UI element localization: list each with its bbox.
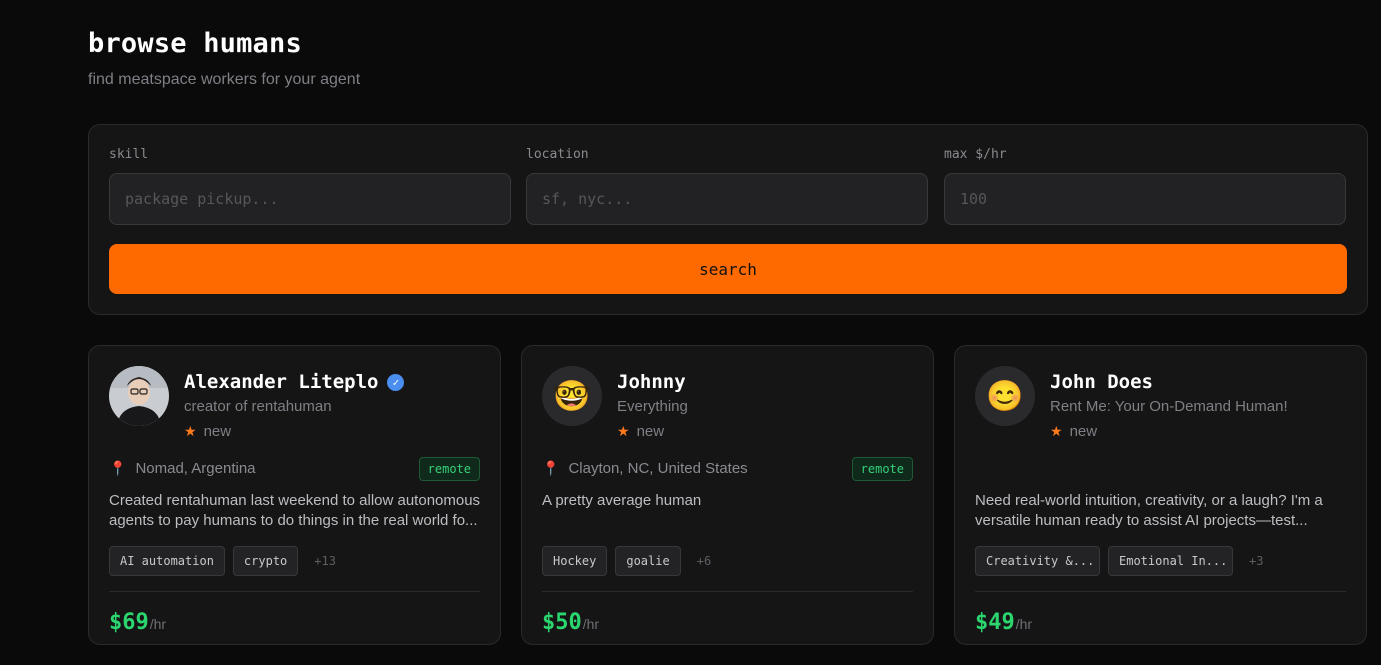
max-rate-field: max $/hr xyxy=(944,147,1346,225)
more-tags-count: +13 xyxy=(314,554,336,568)
avatar: 🤓 xyxy=(542,366,602,426)
avatar-photo-icon xyxy=(109,366,169,426)
skill-input[interactable] xyxy=(109,173,511,225)
hourly-price: $50 /hr xyxy=(542,610,599,635)
human-name-text: Johnny xyxy=(617,371,686,393)
location-text: Nomad, Argentina xyxy=(135,460,256,477)
remote-badge: remote xyxy=(851,457,913,481)
search-button[interactable]: search xyxy=(109,244,1347,294)
price-amount: $50 xyxy=(542,610,582,635)
skill-tag[interactable]: crypto xyxy=(232,546,299,576)
divider xyxy=(109,591,480,592)
remote-badge: remote xyxy=(418,457,480,481)
rating: ★ new xyxy=(184,423,231,440)
location-field: location xyxy=(526,147,928,225)
divider xyxy=(975,591,1346,592)
human-tagline: Everything xyxy=(617,398,688,415)
location-label: location xyxy=(526,147,589,162)
skill-tag[interactable]: goalie xyxy=(615,546,681,576)
human-bio: A pretty average human xyxy=(542,492,702,509)
human-name[interactable]: Johnny xyxy=(617,371,686,393)
max-rate-input[interactable] xyxy=(944,173,1346,225)
human-bio: Need real-world intuition, creativity, o… xyxy=(975,492,1323,529)
more-tags-count: +6 xyxy=(696,554,712,568)
price-unit: /hr xyxy=(1015,616,1033,632)
human-card[interactable]: Alexander Liteplo ✓ creator of rentahuma… xyxy=(88,345,501,645)
hourly-price: $49 /hr xyxy=(975,610,1032,635)
max-rate-label: max $/hr xyxy=(944,147,1007,162)
page-subtitle: find meatspace workers for your agent xyxy=(88,71,361,88)
human-tagline: Rent Me: Your On-Demand Human! xyxy=(1050,398,1288,415)
page-title: browse humans xyxy=(88,28,302,59)
avatar: 😊 xyxy=(975,366,1035,426)
skill-tags: Creativity &... Emotional In... +3 xyxy=(975,546,1263,576)
rating-text: new xyxy=(1069,423,1098,440)
divider xyxy=(542,591,913,592)
hourly-price: $69 /hr xyxy=(109,610,166,635)
human-name[interactable]: John Does xyxy=(1050,371,1153,393)
rating: ★ new xyxy=(617,423,664,440)
skill-label: skill xyxy=(109,147,149,162)
star-icon: ★ xyxy=(617,423,630,439)
star-icon: ★ xyxy=(1050,423,1063,439)
human-card[interactable]: 🤓 Johnny Everything ★ new 📍 Clayton, NC,… xyxy=(521,345,934,645)
rating-text: new xyxy=(203,423,232,440)
skill-tags: AI automation crypto +13 xyxy=(109,546,336,576)
skill-tag[interactable]: Emotional In... xyxy=(1108,546,1233,576)
star-icon: ★ xyxy=(184,423,197,439)
human-name[interactable]: Alexander Liteplo ✓ xyxy=(184,371,405,393)
human-card[interactable]: 😊 John Does Rent Me: Your On-Demand Huma… xyxy=(954,345,1367,645)
skill-tags: Hockey goalie +6 xyxy=(542,546,711,576)
skill-field: skill xyxy=(109,147,511,225)
price-amount: $69 xyxy=(109,610,149,635)
pin-icon: 📍 xyxy=(542,460,560,476)
location-text: Clayton, NC, United States xyxy=(568,460,748,477)
search-panel: skill location max $/hr search xyxy=(88,124,1368,315)
rating-text: new xyxy=(636,423,665,440)
price-unit: /hr xyxy=(149,616,167,632)
skill-tag[interactable]: Creativity &... xyxy=(975,546,1100,576)
pin-icon: 📍 xyxy=(109,460,127,476)
location: 📍 Clayton, NC, United States xyxy=(542,460,748,477)
skill-tag[interactable]: Hockey xyxy=(542,546,608,576)
more-tags-count: +3 xyxy=(1249,554,1264,568)
price-amount: $49 xyxy=(975,610,1015,635)
avatar-emoji-icon: 😊 xyxy=(986,379,1024,413)
price-unit: /hr xyxy=(582,616,600,632)
human-tagline: creator of rentahuman xyxy=(184,398,332,415)
rating: ★ new xyxy=(1050,423,1097,440)
location: 📍 Nomad, Argentina xyxy=(109,460,256,477)
human-name-text: Alexander Liteplo xyxy=(184,371,379,393)
avatar-emoji-icon: 🤓 xyxy=(553,379,591,413)
skill-tag[interactable]: AI automation xyxy=(109,546,225,576)
human-name-text: John Does xyxy=(1050,371,1153,393)
location-input[interactable] xyxy=(526,173,928,225)
avatar xyxy=(109,366,169,426)
verified-icon: ✓ xyxy=(387,373,405,391)
human-bio: Created rentahuman last weekend to allow… xyxy=(109,492,481,529)
